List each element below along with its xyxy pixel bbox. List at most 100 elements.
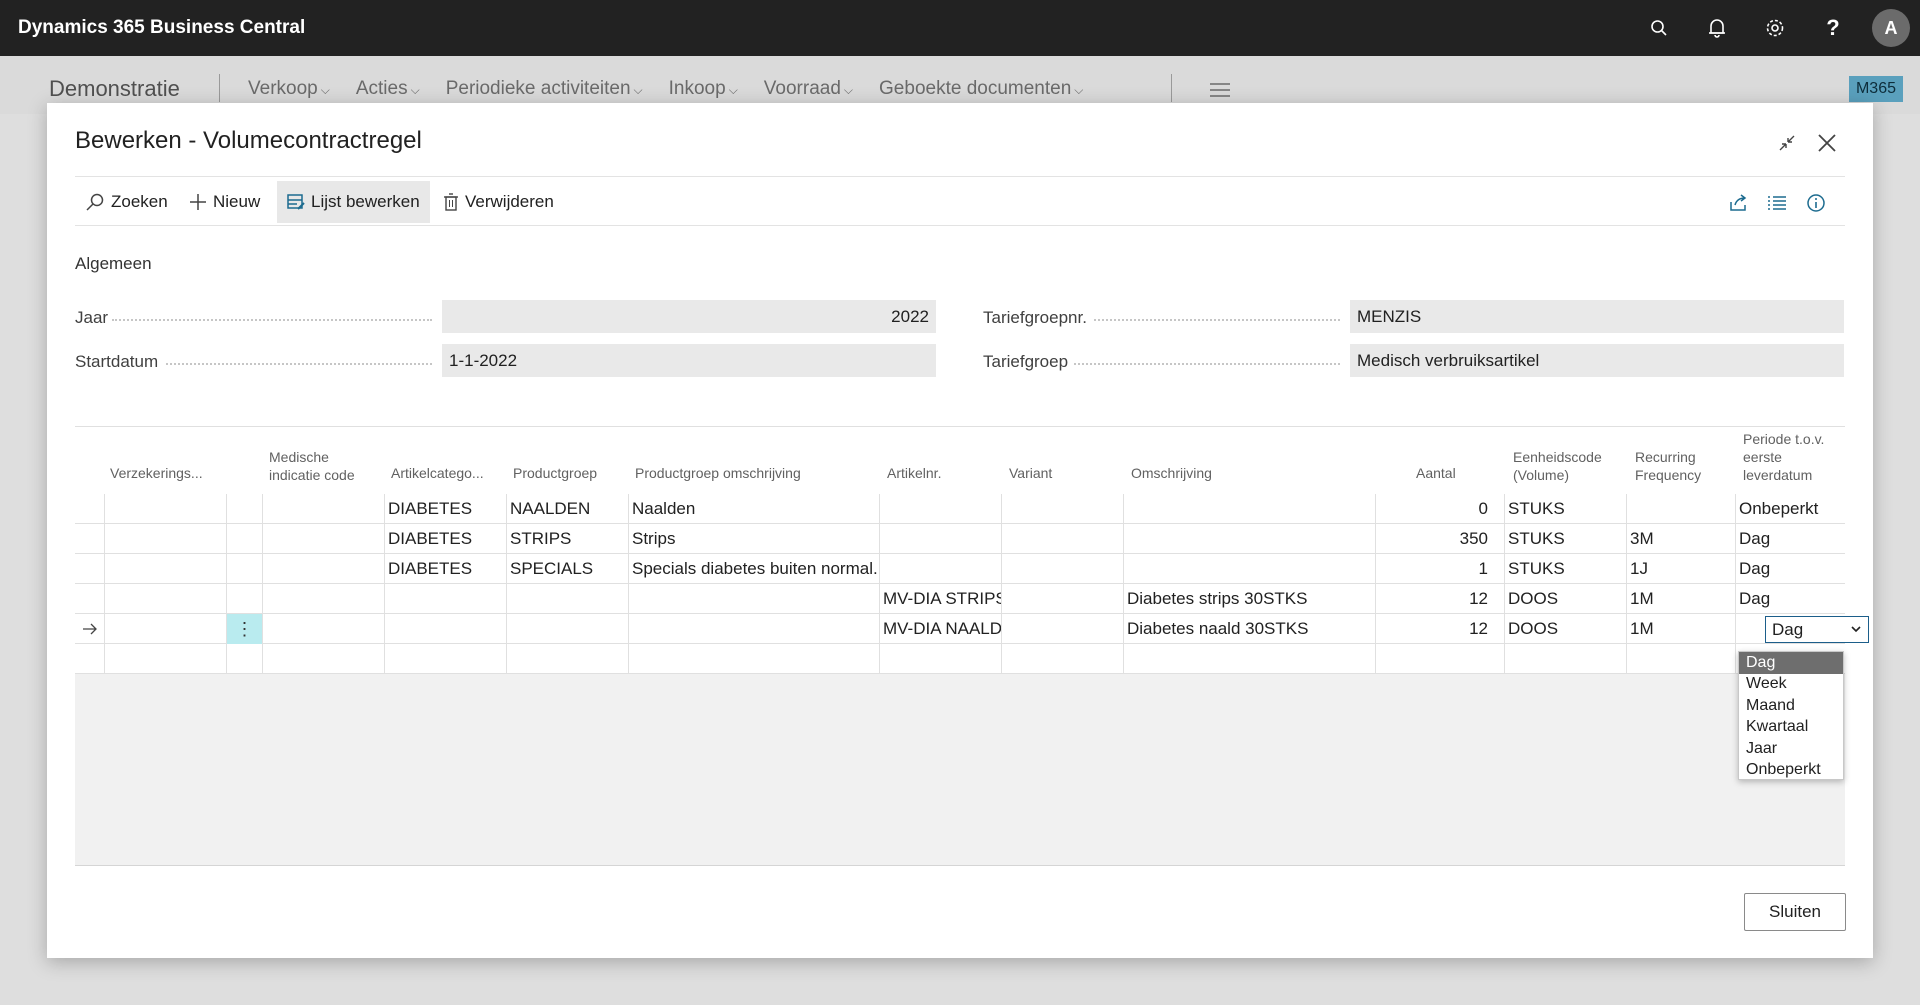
gear-icon[interactable] [1746, 0, 1804, 56]
option-maand[interactable]: Maand [1739, 695, 1843, 717]
eenheid-cell[interactable] [1504, 644, 1626, 674]
medische-cell[interactable] [262, 644, 384, 674]
row-indicator-cell[interactable] [75, 524, 104, 554]
eenheid-cell[interactable]: STUKS [1504, 494, 1626, 524]
row-menu-cell[interactable] [226, 524, 262, 554]
omschrijving-cell[interactable] [1123, 554, 1375, 584]
col-header-productgroep[interactable]: Productgroep [513, 464, 597, 482]
verzekering-cell[interactable] [104, 614, 226, 644]
artikelnr-cell[interactable]: MV-DIA NAALD [879, 614, 1001, 644]
hamburger-icon[interactable] [1210, 83, 1230, 102]
table-row[interactable]: DIABETES SPECIALS Specials diabetes buit… [75, 554, 1845, 584]
nav-item-inkoop[interactable]: Inkoop ⌵ [669, 78, 738, 100]
aantal-cell[interactable]: 12 [1375, 584, 1504, 614]
frequency-cell[interactable] [1626, 644, 1735, 674]
col-header-medische-indicatie[interactable]: Medische indicatie code [269, 448, 355, 484]
collapse-icon[interactable] [1771, 127, 1803, 159]
col-header-periode[interactable]: Periode t.o.v. eerste leverdatum [1743, 430, 1824, 484]
verzekering-cell[interactable] [104, 554, 226, 584]
variant-cell[interactable] [1001, 554, 1123, 584]
medische-cell[interactable] [262, 584, 384, 614]
productgroep-cell[interactable]: SPECIALS [506, 554, 628, 584]
col-header-artikelcategorie[interactable]: Artikelcatego... [391, 464, 484, 482]
tariefgroep-field[interactable]: Medisch verbruiksartikel [1350, 344, 1844, 377]
variant-cell[interactable] [1001, 494, 1123, 524]
row-menu-cell[interactable] [226, 494, 262, 524]
nav-item-acties[interactable]: Acties ⌵ [356, 78, 420, 100]
verzekering-cell[interactable] [104, 644, 226, 674]
artikelnr-cell[interactable] [879, 644, 1001, 674]
omschrijving-cell[interactable] [1123, 494, 1375, 524]
frequency-cell[interactable]: 1M [1626, 584, 1735, 614]
artikelnr-cell[interactable] [879, 524, 1001, 554]
sluiten-button[interactable]: Sluiten [1744, 893, 1846, 931]
row-menu-cell[interactable] [226, 644, 262, 674]
productgroep-omschrijving-cell[interactable] [628, 614, 879, 644]
col-header-artikelnr[interactable]: Artikelnr. [887, 464, 941, 482]
col-header-productgroep-omschrijving[interactable]: Productgroep omschrijving [635, 464, 801, 482]
artikelnr-cell[interactable] [879, 494, 1001, 524]
productgroep-cell[interactable] [506, 644, 628, 674]
col-header-aantal[interactable]: Aantal [1416, 464, 1456, 482]
productgroep-cell[interactable] [506, 614, 628, 644]
tariefgroepnr-field[interactable]: MENZIS [1350, 300, 1844, 333]
omschrijving-cell[interactable]: Diabetes naald 30STKS [1123, 614, 1375, 644]
categorie-cell[interactable]: DIABETES [384, 554, 506, 584]
edit-list-button[interactable]: Lijst bewerken [277, 181, 430, 223]
col-header-omschrijving[interactable]: Omschrijving [1131, 464, 1212, 482]
option-onbeperkt[interactable]: Onbeperkt [1739, 760, 1843, 782]
frequency-cell[interactable]: 1J [1626, 554, 1735, 584]
medische-cell[interactable] [262, 494, 384, 524]
periode-cell[interactable]: Dag [1735, 524, 1845, 554]
search-button[interactable]: Zoeken [75, 181, 178, 223]
productgroep-cell[interactable] [506, 584, 628, 614]
aantal-cell[interactable]: 12 [1375, 614, 1504, 644]
section-title-algemeen[interactable]: Algemeen [75, 254, 152, 274]
company-name[interactable]: Demonstratie [49, 76, 180, 102]
startdatum-field[interactable]: 1-1-2022 [442, 344, 936, 377]
aantal-cell[interactable] [1375, 644, 1504, 674]
row-menu-button[interactable]: ⋮ [226, 614, 262, 644]
productgroep-cell[interactable]: NAALDEN [506, 494, 628, 524]
categorie-cell[interactable] [384, 644, 506, 674]
col-header-recurring-frequency[interactable]: Recurring Frequency [1635, 448, 1701, 484]
frequency-cell[interactable]: 3M [1626, 524, 1735, 554]
row-indicator-cell[interactable] [75, 554, 104, 584]
share-icon[interactable] [1724, 189, 1752, 217]
jaar-field[interactable]: 2022 [442, 300, 936, 333]
artikelnr-cell[interactable] [879, 554, 1001, 584]
categorie-cell[interactable] [384, 584, 506, 614]
row-indicator-cell[interactable] [75, 644, 104, 674]
variant-cell[interactable] [1001, 524, 1123, 554]
table-row-empty[interactable] [75, 644, 1845, 674]
verzekering-cell[interactable] [104, 584, 226, 614]
bell-icon[interactable] [1688, 0, 1746, 56]
productgroep-omschrijving-cell[interactable]: Specials diabetes buiten normal... [628, 554, 879, 584]
info-icon[interactable] [1802, 189, 1830, 217]
medische-cell[interactable] [262, 524, 384, 554]
variant-cell[interactable] [1001, 644, 1123, 674]
aantal-cell[interactable]: 350 [1375, 524, 1504, 554]
eenheid-cell[interactable]: STUKS [1504, 524, 1626, 554]
new-button[interactable]: Nieuw [179, 181, 270, 223]
app-title[interactable]: Dynamics 365 Business Central [18, 17, 305, 39]
col-header-eenheidscode[interactable]: Eenheidscode (Volume) [1513, 448, 1602, 484]
row-menu-cell[interactable] [226, 554, 262, 584]
omschrijving-cell[interactable] [1123, 644, 1375, 674]
aantal-cell[interactable]: 0 [1375, 494, 1504, 524]
productgroep-omschrijving-cell[interactable]: Strips [628, 524, 879, 554]
omschrijving-cell[interactable]: Diabetes strips 30STKS [1123, 584, 1375, 614]
omschrijving-cell[interactable] [1123, 524, 1375, 554]
frequency-cell[interactable] [1626, 494, 1735, 524]
variant-cell[interactable] [1001, 584, 1123, 614]
delete-button[interactable]: Verwijderen [433, 181, 564, 223]
variant-cell[interactable] [1001, 614, 1123, 644]
table-row[interactable]: DIABETES NAALDEN Naalden 0 STUKS Onbeper… [75, 494, 1845, 524]
frequency-cell[interactable]: 1M [1626, 614, 1735, 644]
periode-cell[interactable]: Dag [1735, 554, 1845, 584]
option-kwartaal[interactable]: Kwartaal [1739, 717, 1843, 739]
table-row-current[interactable]: ⋮ MV-DIA NAALD Diabetes naald 30STKS 12 … [75, 614, 1869, 644]
categorie-cell[interactable]: DIABETES [384, 494, 506, 524]
option-dag[interactable]: Dag [1739, 652, 1843, 674]
m365-badge[interactable]: M365 [1848, 76, 1903, 102]
